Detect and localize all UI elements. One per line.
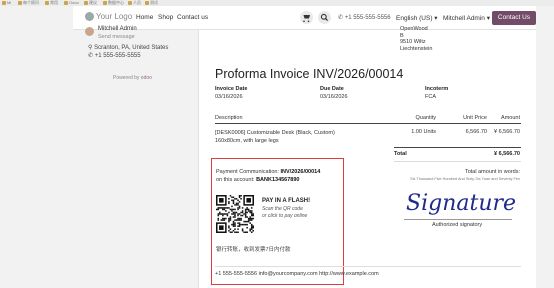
folder-icon [18, 0, 22, 5]
due-date-label: Due Date [320, 86, 344, 92]
user-menu[interactable]: Mitchell Admin ▾ [443, 14, 490, 22]
total-bottom-divider [394, 161, 521, 162]
chevron-down-icon: ▾ [486, 15, 490, 22]
site-navbar: Your Logo Home Shop Contact us ✆ +1 555-… [73, 6, 536, 30]
odoo-logo-icon: odoo [140, 75, 152, 81]
incoterm-label: Incoterm [425, 86, 449, 92]
column-header-quantity: Quantity [415, 115, 436, 121]
search-icon [320, 13, 329, 22]
search-button[interactable] [318, 11, 331, 24]
invoice-title: Proforma Invoice INV/2026/00014 [215, 67, 404, 81]
signature-image: Signature [406, 191, 516, 216]
send-message-link[interactable]: Send message [98, 34, 135, 40]
total-value: ¥ 6,566.70 [494, 151, 520, 157]
invoice-date-label: Invoice Date [215, 86, 248, 92]
folder-icon [2, 0, 6, 5]
column-header-amount: Amount [501, 115, 520, 121]
bookmark-item[interactable]: 每个顾问 [18, 0, 39, 6]
line-quantity: 1.00 Units [411, 129, 436, 135]
table-header-divider [215, 123, 521, 124]
salesperson-name: Mitchell Admin [98, 26, 137, 32]
folder-icon [84, 0, 88, 5]
location-line: ⚲ Scranton, PA, United States [88, 45, 169, 51]
customer-address: OpenWood B 9510 Wiltz Liechtenstein [400, 26, 433, 52]
company-footer: +1 555-555-5556 info@yourcompany.com htt… [215, 271, 379, 277]
incoterm-value: FCA [425, 94, 436, 100]
pay-in-flash-title: PAY IN A FLASH! [262, 198, 311, 204]
svg-text:Signature: Signature [406, 191, 516, 216]
logo-icon [85, 12, 94, 21]
folder-icon [45, 0, 49, 5]
total-divider [394, 147, 521, 148]
folder-icon [103, 0, 107, 5]
phone-icon: ✆ [88, 53, 95, 59]
invoice-date-value: 03/16/2026 [215, 94, 243, 100]
cart-button[interactable] [300, 11, 313, 24]
total-in-words-label: Total amount in words: [464, 169, 520, 175]
chevron-down-icon: ▾ [434, 15, 438, 22]
bookmark-item[interactable]: 常用 [45, 0, 58, 6]
column-header-description: Description [215, 115, 243, 121]
line-amount: ¥ 6,566.70 [494, 129, 520, 135]
cart-icon [303, 15, 310, 23]
nav-link-contact[interactable]: Contact us [177, 14, 208, 21]
phone-line: ✆ +1 555-555-5555 [88, 53, 141, 59]
folder-icon [128, 0, 132, 5]
click-to-pay-link[interactable]: or click to pay online [262, 213, 307, 219]
folder-icon [64, 0, 68, 5]
line-description: [DESK0006] Customizable Desk (Black, Cus… [215, 130, 335, 144]
powered-by: Powered by odoo [113, 75, 152, 81]
invoice-document: OpenWood B 9510 Wiltz Liechtenstein Prof… [198, 26, 536, 288]
due-date-value: 03/16/2026 [320, 94, 348, 100]
avatar [85, 27, 94, 36]
nav-link-shop[interactable]: Shop [158, 14, 173, 21]
language-selector[interactable]: English (US) ▾ [396, 14, 438, 22]
navbar-phone[interactable]: ✆ +1 555-555-5556 [338, 14, 391, 21]
column-header-unit-price: Unit Price [463, 115, 487, 121]
qr-code-icon[interactable] [216, 195, 254, 233]
total-label: Total [394, 151, 407, 157]
bookmark-item[interactable]: Mi [2, 0, 11, 6]
line-unit-price: 6,566.70 [465, 129, 487, 135]
site-logo[interactable]: Your Logo [85, 12, 132, 21]
contact-us-button[interactable]: Contact Us [492, 11, 536, 25]
nav-link-home[interactable]: Home [136, 14, 153, 21]
payment-communication: Payment Communication: INV/2026/00014 [216, 169, 321, 175]
payment-terms-note: 银行转账，收到发票7日内付款 [216, 247, 291, 253]
scan-qr-hint: Scan the QR code [262, 206, 303, 212]
authorized-signatory-label: Authorized signatory [432, 222, 483, 228]
folder-icon [145, 0, 149, 5]
footer-divider [215, 266, 521, 267]
signature-line [404, 219, 512, 220]
payment-account: on this account: BANK134567890 [216, 177, 300, 183]
phone-icon: ✆ [338, 15, 345, 21]
